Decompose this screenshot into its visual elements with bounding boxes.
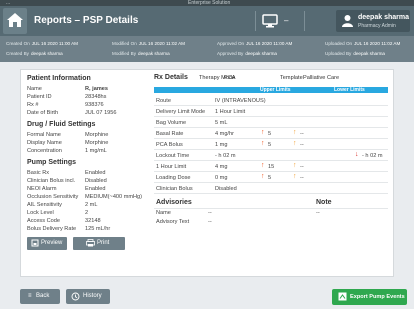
report-panel: Patient Information Name R, james Patient… [20, 69, 394, 277]
soft-limit-arrow-icon: ↑ [293, 140, 297, 147]
page-title: Reports – PSP Details [34, 15, 139, 26]
rx-row: Lockout Time - h 02 m ↓ - h 02 m [154, 150, 388, 161]
rx-row: Bag Volume 5 mL [154, 117, 388, 128]
print-button[interactable]: Print [73, 237, 125, 250]
preview-button[interactable]: Preview [27, 237, 67, 250]
rx-row: Basal Rate 4 mg/hr ↑ 5 ↑ -- [154, 128, 388, 139]
monitor-icon [262, 14, 278, 28]
modified-by: Modified By deepak sharma [112, 51, 170, 56]
upper-limits-label: Upper Limits [260, 87, 291, 93]
note-title: Note [316, 199, 332, 206]
therapy-mode-value: PCA [224, 75, 236, 81]
soft-limit-arrow-icon: ↑ [293, 129, 297, 136]
home-button[interactable] [3, 8, 27, 34]
user-menu[interactable]: deepak sharma Pharmacy Admin [336, 10, 410, 32]
app-header: Reports – PSP Details – deepak sharma Ph… [0, 6, 414, 36]
limits-header-bar: Upper Limits Lower Limits [154, 87, 388, 93]
template-value: Palliative Care [303, 75, 340, 81]
rx-row: Delivery Limit Mode 1 Hour Limit [154, 106, 388, 117]
pump-settings-title: Pump Settings [27, 159, 77, 166]
history-icon [71, 292, 80, 301]
lower-limit-arrow-icon: ↓ [355, 151, 359, 158]
rx-row: Clinician Bolus Disabled [154, 183, 388, 194]
approved-by: Approved By deepak sharma [217, 51, 277, 56]
device-selector[interactable]: – [255, 11, 305, 31]
rx-row: Loading Dose 0 mg ↑ 5 ↑ -- [154, 172, 388, 183]
uploaded-by: Uploaded By deepak sharma [325, 51, 385, 56]
rx-row: Route IV (INTRAVENOUS) [154, 95, 388, 106]
rx-details-title: Rx Details [154, 74, 188, 81]
home-icon [7, 13, 23, 27]
soft-limit-arrow-icon: ↑ [293, 173, 297, 180]
modified-on: Modified On JUL 16 2020 11:02 AM [112, 41, 186, 46]
preview-icon [31, 239, 39, 247]
user-name: deepak sharma [358, 14, 409, 21]
approved-on: Approved On JUL 16 2020 11:00 AM [217, 41, 293, 46]
rx-row: PCA Bolus 1 mg ↑ 5 ↑ -- [154, 139, 388, 150]
user-icon [342, 15, 353, 27]
hard-limit-arrow-icon: ↑ [261, 140, 265, 147]
history-button[interactable]: History [66, 289, 110, 304]
patient-info-title: Patient Information [27, 75, 91, 82]
export-pump-events-button[interactable]: Export Pump Events [332, 289, 407, 305]
export-icon [338, 292, 347, 301]
hard-limit-arrow-icon: ↑ [261, 129, 265, 136]
template-label: Template [280, 75, 303, 81]
user-role: Pharmacy Admin [358, 23, 396, 29]
created-by: Created By deepak sharma [6, 51, 63, 56]
note-value: -- [316, 210, 320, 216]
advisories-title: Advisories [156, 199, 192, 206]
back-button[interactable]: ≡ Back [20, 289, 60, 304]
audit-info-bar: Created On JUL 16 2020 11:00 AM Created B… [0, 36, 414, 62]
hard-limit-arrow-icon: ↑ [261, 173, 265, 180]
back-menu-icon: ≡ [28, 293, 32, 299]
created-on: Created On JUL 16 2020 11:00 AM [6, 41, 78, 46]
drug-settings-title: Drug / Fluid Settings [27, 121, 96, 128]
rx-row: 1 Hour Limit 4 mg ↑ 15 ↑ -- [154, 161, 388, 172]
hard-limit-arrow-icon: ↑ [261, 162, 265, 169]
print-icon [86, 239, 95, 247]
lower-limits-label: Lower Limits [334, 87, 365, 93]
soft-limit-arrow-icon: ↑ [293, 162, 297, 169]
device-value: – [284, 16, 289, 25]
advisories-divider [154, 208, 388, 209]
uploaded-on: Uploaded On JUL 16 2020 11:02 AM [325, 41, 401, 46]
